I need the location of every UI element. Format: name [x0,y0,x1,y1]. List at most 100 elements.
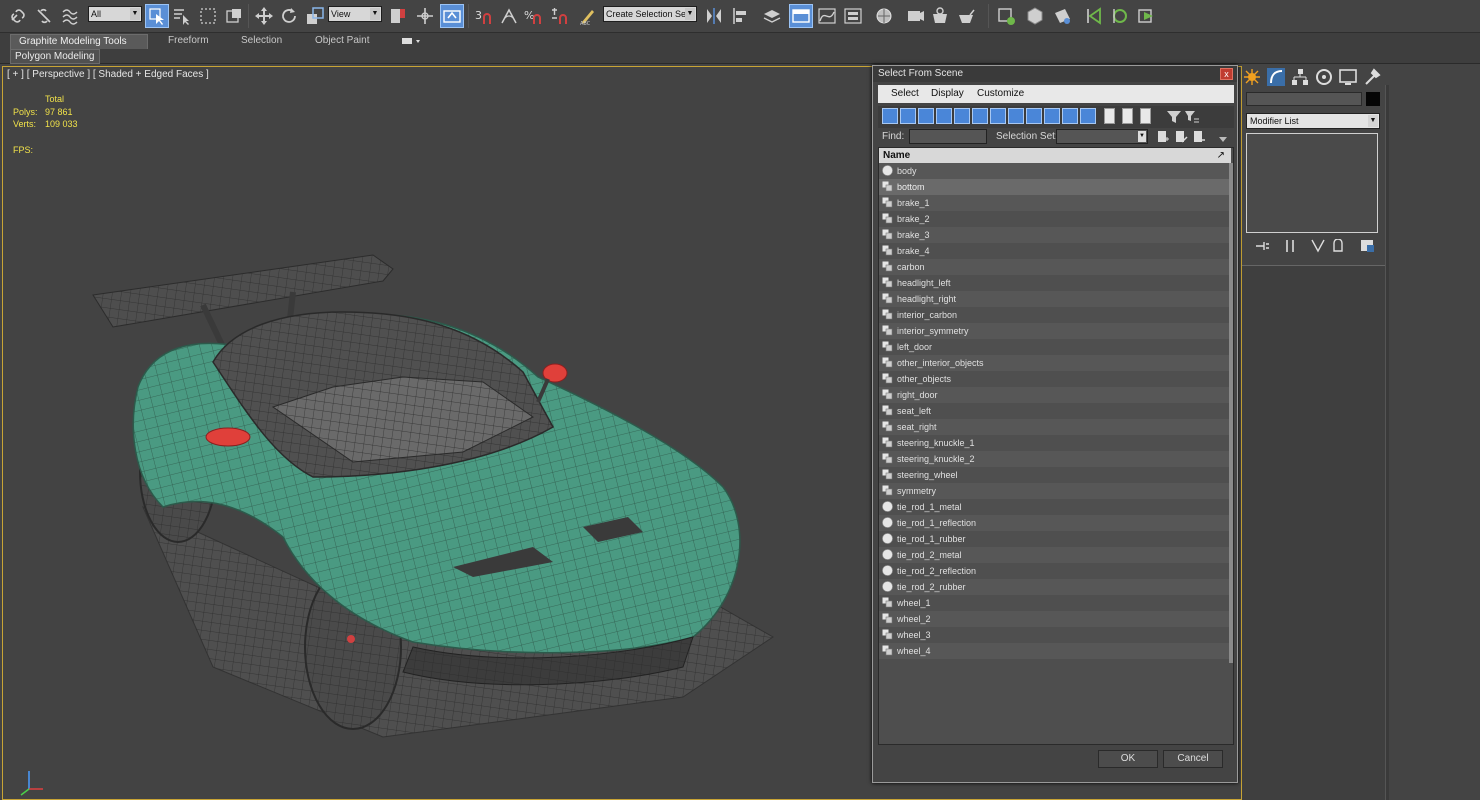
list-item[interactable]: steering_wheel [879,467,1231,483]
polygon-modeling-panel[interactable]: Polygon Modeling [10,49,100,64]
schematic-view-icon[interactable] [841,4,865,28]
display-xrefs-icon[interactable] [1008,108,1024,124]
list-item[interactable]: other_interior_objects [879,355,1231,371]
keyframe-loop-icon[interactable] [1108,4,1132,28]
object-name-field[interactable] [1246,92,1362,106]
list-item[interactable]: brake_4 [879,243,1231,259]
bind-space-warp-icon[interactable] [58,4,82,28]
panel-divider[interactable] [1385,85,1389,800]
find-input[interactable] [909,129,987,144]
list-item[interactable]: seat_left [879,403,1231,419]
list-item[interactable]: body [879,163,1231,179]
percent-snap-icon[interactable]: % [521,4,545,28]
display-frozen-icon[interactable] [1062,108,1078,124]
list-item[interactable]: interior_symmetry [879,323,1231,339]
modifier-list-dropdown[interactable]: Modifier List ▼ [1246,113,1380,129]
rendered-frame-icon[interactable] [928,4,952,28]
remove-selection-set-icon[interactable] [1192,130,1206,144]
list-item[interactable]: brake_2 [879,211,1231,227]
display-groups-icon[interactable] [990,108,1006,124]
collapse-icon[interactable] [1218,134,1228,144]
edit-selection-set-icon[interactable] [1174,130,1188,144]
layer-manager-icon[interactable] [760,4,784,28]
keyframe-end-icon[interactable] [1134,4,1158,28]
list-item[interactable]: wheel_1 [879,595,1231,611]
cube-icon[interactable] [1023,4,1047,28]
list-item[interactable]: tie_rod_2_metal [879,547,1231,563]
add-selection-set-icon[interactable] [1156,130,1170,144]
graphite-ribbon-toggle-icon[interactable] [789,4,813,28]
cylinder-icon[interactable] [1050,4,1074,28]
list-item[interactable]: tie_rod_2_reflection [879,563,1231,579]
list-item[interactable]: wheel_2 [879,611,1231,627]
list-item[interactable]: carbon [879,259,1231,275]
menu-display[interactable]: Display [931,88,964,99]
make-unique-icon[interactable] [1310,239,1326,253]
pivot-center-icon[interactable] [386,4,410,28]
named-selection-dropdown[interactable]: Create Selection Se ▼ [603,6,697,22]
selection-filter-dropdown[interactable]: All ▼ [88,6,142,22]
render-setup-icon[interactable] [903,4,927,28]
select-none-icon[interactable] [1122,108,1133,124]
car-wireframe-model[interactable] [83,177,803,777]
mirror-icon[interactable] [702,4,726,28]
modifier-stack[interactable] [1246,133,1378,233]
list-scrollbar[interactable] [1229,163,1233,663]
list-item[interactable]: bottom [879,179,1231,195]
curve-editor-icon[interactable] [815,4,839,28]
list-item[interactable]: tie_rod_1_rubber [879,531,1231,547]
edit-named-selection-icon[interactable]: ABC [576,4,600,28]
ok-button[interactable]: OK [1098,750,1158,768]
list-item[interactable]: headlight_right [879,291,1231,307]
display-geometry-icon[interactable] [882,108,898,124]
list-item[interactable]: right_door [879,387,1231,403]
display-containers-icon[interactable] [1044,108,1060,124]
select-and-manipulate-icon[interactable] [413,4,437,28]
select-invert-icon[interactable] [1140,108,1151,124]
filter-icon[interactable] [1166,109,1182,125]
window-crossing-icon[interactable] [222,4,246,28]
pin-stack-icon[interactable] [1254,239,1270,253]
list-item[interactable]: seat_right [879,419,1231,435]
reference-coordinate-dropdown[interactable]: View ▼ [328,6,382,22]
list-item[interactable]: interior_carbon [879,307,1231,323]
tab-selection[interactable]: Selection [233,34,290,49]
list-item[interactable]: tie_rod_2_rubber [879,579,1231,595]
spinner-snap-icon[interactable] [547,4,571,28]
utilities-tab-icon[interactable] [1362,67,1382,87]
select-all-icon[interactable] [1104,108,1115,124]
modify-tab-icon[interactable] [1266,67,1286,87]
align-icon[interactable] [729,4,753,28]
list-item[interactable]: headlight_left [879,275,1231,291]
selection-set-dropdown[interactable]: ▼ [1056,129,1148,144]
keyboard-shortcut-override-icon[interactable] [440,4,464,28]
display-cameras-icon[interactable] [936,108,952,124]
select-object-icon[interactable] [145,4,169,28]
list-item[interactable]: tie_rod_1_metal [879,499,1231,515]
cancel-button[interactable]: Cancel [1163,750,1223,768]
menu-customize[interactable]: Customize [977,88,1024,99]
snaps-toggle-icon[interactable]: 3 [472,4,496,28]
container-icon[interactable] [994,4,1018,28]
select-by-name-icon[interactable] [170,4,194,28]
angle-snap-icon[interactable] [497,4,521,28]
object-color-swatch[interactable] [1366,92,1380,106]
list-item[interactable]: steering_knuckle_2 [879,451,1231,467]
display-hidden-icon[interactable] [1080,108,1096,124]
create-tab-icon[interactable] [1242,67,1262,87]
display-tab-icon[interactable] [1338,67,1358,87]
tab-object-paint[interactable]: Object Paint [307,34,377,49]
list-item[interactable]: tie_rod_1_reflection [879,515,1231,531]
unlink-icon[interactable] [32,4,56,28]
display-lights-icon[interactable] [918,108,934,124]
ribbon-options-icon[interactable] [401,36,423,46]
filter-options-icon[interactable] [1184,109,1200,125]
tab-freeform[interactable]: Freeform [160,34,217,49]
menu-select[interactable]: Select [891,88,919,99]
list-item[interactable]: symmetry [879,483,1231,499]
list-item[interactable]: other_objects [879,371,1231,387]
list-item[interactable]: left_door [879,339,1231,355]
close-icon[interactable]: x [1220,68,1233,80]
list-item[interactable]: wheel_4 [879,643,1231,659]
render-production-icon[interactable] [954,4,978,28]
